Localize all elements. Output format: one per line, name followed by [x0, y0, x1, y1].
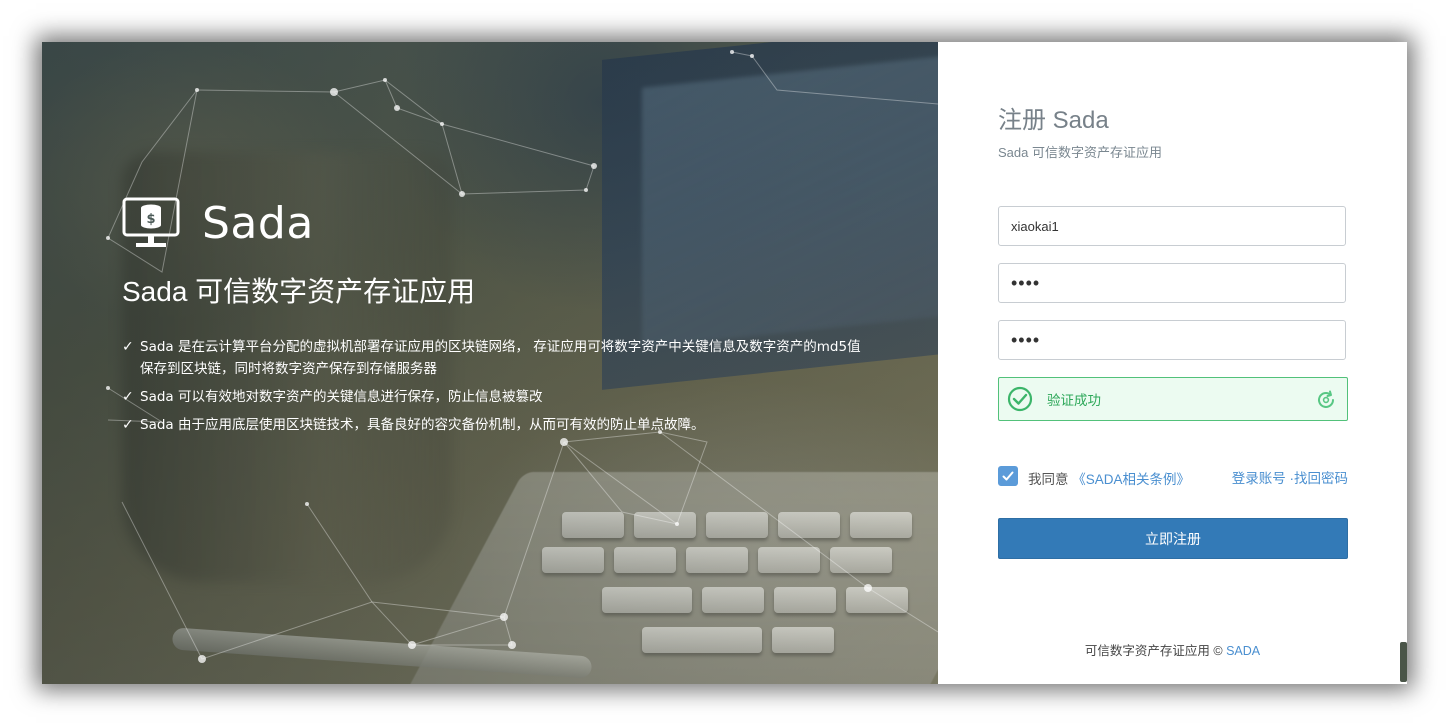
hero-panel: $ Sada Sada 可信数字资产存证应用 ✓ Sada 是在云计算平台分配的…	[42, 42, 938, 684]
feature-item: ✓ Sada 可以有效地对数字资产的关键信息进行保存，防止信息被篡改	[122, 386, 862, 408]
register-button[interactable]: 立即注册	[998, 518, 1348, 559]
forgot-password-link[interactable]: 找回密码	[1294, 471, 1348, 486]
check-icon: ✓	[122, 339, 134, 355]
footer: 可信数字资产存证应用 © SADA	[938, 640, 1407, 659]
agree-label: 我同意 《SADA相关条例》	[1028, 468, 1190, 488]
check-circle-icon	[1007, 386, 1033, 412]
refresh-icon[interactable]	[1315, 389, 1337, 411]
checkbox-checked-icon	[1002, 471, 1014, 481]
feature-list: ✓ Sada 是在云计算平台分配的虚拟机部署存证应用的区块链网络， 存证应用可将…	[122, 336, 862, 442]
monitor-database-icon: $	[122, 197, 180, 247]
brand: $ Sada	[122, 197, 314, 249]
page-frame: $ Sada Sada 可信数字资产存证应用 ✓ Sada 是在云计算平台分配的…	[42, 42, 1407, 684]
agree-prefix: 我同意	[1028, 472, 1069, 487]
terms-link[interactable]: 《SADA相关条例》	[1072, 472, 1190, 487]
account-links: 登录账号 ·找回密码	[1232, 467, 1348, 487]
form-title: 注册 Sada	[998, 107, 1109, 134]
svg-text:$: $	[146, 212, 155, 227]
link-separator: ·	[1285, 471, 1295, 486]
agree-checkbox[interactable]	[998, 466, 1018, 486]
feature-item: ✓ Sada 由于应用底层使用区块链技术，具备良好的容灾备份机制，从而可有效的防…	[122, 414, 862, 436]
captcha-verify-box[interactable]: 验证成功	[998, 377, 1348, 421]
scroll-handle[interactable]	[1400, 642, 1407, 682]
check-icon: ✓	[122, 389, 134, 405]
hero-title: Sada 可信数字资产存证应用	[122, 276, 476, 307]
register-panel: 注册 Sada Sada 可信数字资产存证应用 验证成功 我同意 《SADA相	[938, 42, 1407, 684]
footer-text: 可信数字资产存证应用 ©	[1084, 644, 1227, 658]
brand-name: Sada	[202, 197, 314, 249]
confirm-password-input[interactable]	[998, 320, 1346, 360]
form-subtitle: Sada 可信数字资产存证应用	[998, 145, 1162, 160]
username-input[interactable]	[998, 206, 1346, 246]
password-input[interactable]	[998, 263, 1346, 303]
footer-brand-link[interactable]: SADA	[1226, 644, 1260, 658]
feature-text: Sada 可以有效地对数字资产的关键信息进行保存，防止信息被篡改	[140, 389, 543, 405]
feature-item: ✓ Sada 是在云计算平台分配的虚拟机部署存证应用的区块链网络， 存证应用可将…	[122, 336, 862, 380]
feature-text: Sada 是在云计算平台分配的虚拟机部署存证应用的区块链网络， 存证应用可将数字…	[140, 339, 861, 377]
verify-status-text: 验证成功	[1047, 393, 1101, 408]
feature-text: Sada 由于应用底层使用区块链技术，具备良好的容灾备份机制，从而可有效的防止单…	[140, 417, 705, 433]
login-account-link[interactable]: 登录账号	[1232, 471, 1286, 486]
check-icon: ✓	[122, 417, 134, 433]
